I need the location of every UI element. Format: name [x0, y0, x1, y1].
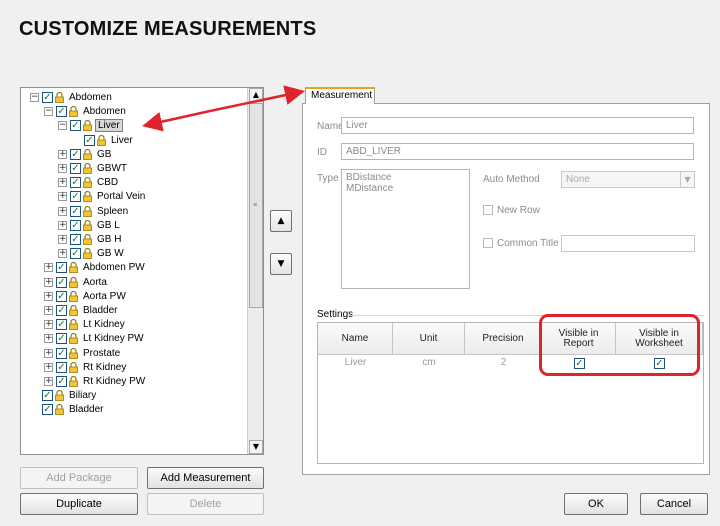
arrow-to-tree — [142, 109, 211, 132]
ok-button[interactable]: OK — [564, 493, 628, 515]
arrow-to-tab — [209, 85, 305, 113]
cancel-button[interactable]: Cancel — [640, 493, 708, 515]
annotation-arrows — [142, 85, 305, 132]
